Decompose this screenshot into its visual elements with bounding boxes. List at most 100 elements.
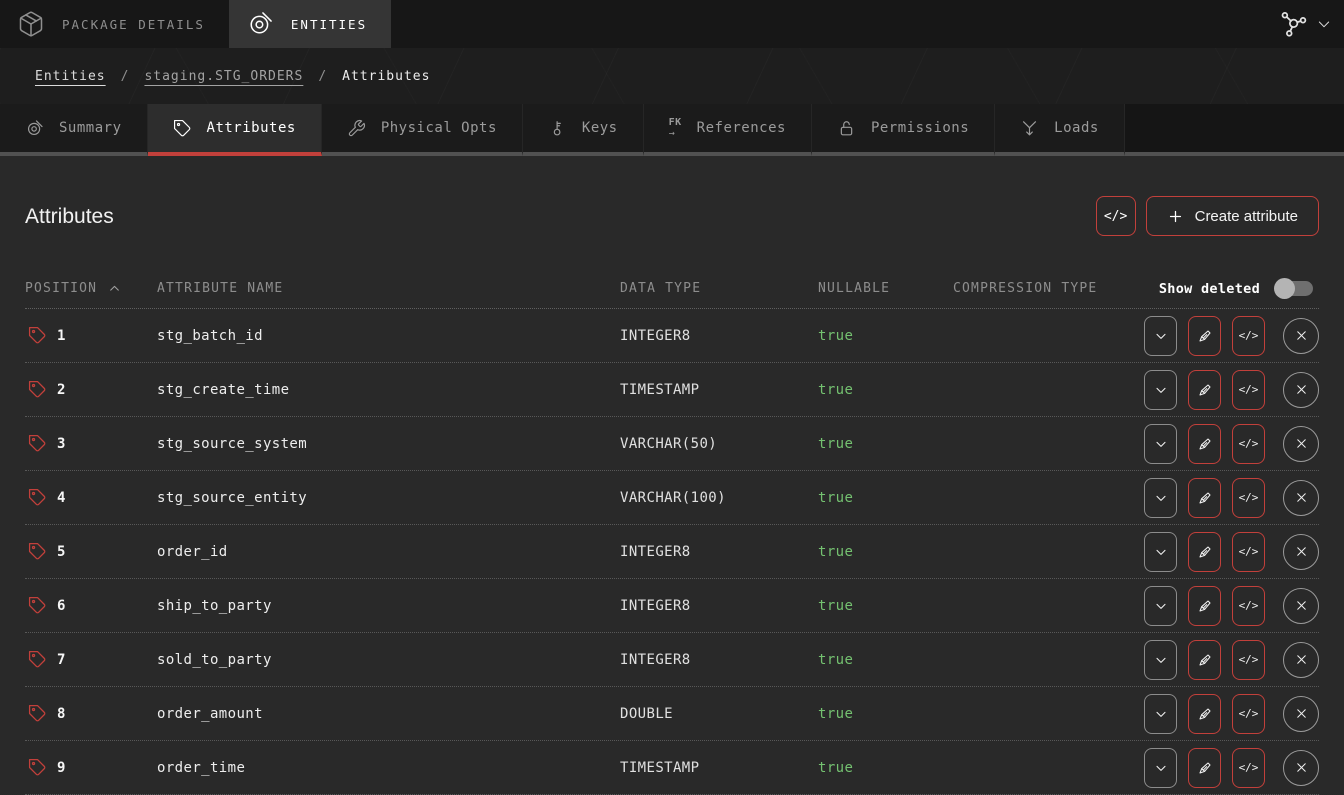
breadcrumb-link-entity[interactable]: staging.STG_ORDERS (144, 69, 303, 84)
pen-icon (1197, 328, 1213, 344)
expand-row-button[interactable] (1144, 478, 1177, 518)
tab-attributes[interactable]: Attributes (148, 104, 322, 156)
topbar-right-controls (1278, 0, 1344, 48)
attribute-code-button[interactable]: </> (1232, 586, 1265, 626)
chevron-down-icon (1153, 490, 1169, 506)
attribute-code-button[interactable]: </> (1232, 748, 1265, 788)
tab-references[interactable]: FK→ References (644, 104, 812, 156)
tab-summary[interactable]: Summary (0, 104, 148, 156)
pen-icon (1197, 652, 1213, 668)
view-code-button[interactable]: </> (1096, 196, 1136, 236)
edit-attribute-button[interactable] (1188, 424, 1221, 464)
attribute-code-button[interactable]: </> (1232, 532, 1265, 572)
delete-attribute-button[interactable] (1283, 750, 1319, 786)
topbar-tab-package-details[interactable]: PACKAGE DETAILS (0, 0, 229, 48)
data-type: INTEGER8 (620, 598, 818, 614)
data-type: INTEGER8 (620, 544, 818, 560)
lock-icon (837, 119, 856, 138)
x-icon (1294, 706, 1309, 721)
topbar-tab-label: ENTITIES (291, 17, 367, 32)
position-value: 3 (57, 436, 66, 452)
delete-attribute-button[interactable] (1283, 588, 1319, 624)
delete-attribute-button[interactable] (1283, 642, 1319, 678)
column-header-attribute-name[interactable]: ATTRIBUTE NAME (157, 281, 620, 296)
pen-icon (1197, 706, 1213, 722)
attribute-code-button[interactable]: </> (1232, 640, 1265, 680)
table-row: 1 stg_batch_id INTEGER8 true (25, 309, 1319, 363)
position-value: 9 (57, 760, 66, 776)
main-content: Attributes </> Create attribute POSITION… (0, 156, 1344, 795)
position-cell: 5 (25, 542, 157, 561)
column-header-position[interactable]: POSITION (25, 281, 157, 296)
row-actions: </> (1144, 586, 1319, 626)
edit-attribute-button[interactable] (1188, 694, 1221, 734)
row-actions: </> (1144, 370, 1319, 410)
network-icon[interactable] (1278, 9, 1308, 39)
edit-attribute-button[interactable] (1188, 586, 1221, 626)
table-row: 5 order_id INTEGER8 true (25, 525, 1319, 579)
column-header-compression-type[interactable]: COMPRESSION TYPE (953, 281, 1159, 296)
expand-row-button[interactable] (1144, 532, 1177, 572)
row-actions: </> (1144, 316, 1319, 356)
attribute-code-button[interactable]: </> (1232, 370, 1265, 410)
table-header: POSITION ATTRIBUTE NAME DATA TYPE NULLAB… (25, 269, 1319, 309)
position-cell: 8 (25, 704, 157, 723)
delete-attribute-button[interactable] (1283, 372, 1319, 408)
attribute-code-button[interactable]: </> (1232, 424, 1265, 464)
delete-attribute-button[interactable] (1283, 426, 1319, 462)
code-icon: </> (1239, 437, 1259, 450)
expand-row-button[interactable] (1144, 640, 1177, 680)
breadcrumb-separator: / (318, 69, 327, 84)
topbar-tab-entities[interactable]: ENTITIES (229, 0, 391, 48)
page-header: Attributes </> Create attribute (25, 156, 1319, 269)
tab-label: Physical Opts (381, 120, 497, 136)
expand-row-button[interactable] (1144, 424, 1177, 464)
x-icon (1294, 328, 1309, 343)
x-icon (1294, 490, 1309, 505)
edit-attribute-button[interactable] (1188, 316, 1221, 356)
attribute-code-button[interactable]: </> (1232, 694, 1265, 734)
pen-icon (1197, 544, 1213, 560)
chevron-down-icon[interactable] (1316, 16, 1332, 32)
position-value: 2 (57, 382, 66, 398)
table-row: 8 order_amount DOUBLE true (25, 687, 1319, 741)
delete-attribute-button[interactable] (1283, 534, 1319, 570)
expand-row-button[interactable] (1144, 694, 1177, 734)
edit-attribute-button[interactable] (1188, 640, 1221, 680)
table-header-controls: Show deleted (1159, 281, 1319, 297)
nullable-value: true (818, 598, 953, 614)
attribute-name: ship_to_party (157, 598, 620, 614)
data-type: DOUBLE (620, 706, 818, 722)
expand-row-button[interactable] (1144, 316, 1177, 356)
delete-attribute-button[interactable] (1283, 318, 1319, 354)
delete-attribute-button[interactable] (1283, 480, 1319, 516)
delete-attribute-button[interactable] (1283, 696, 1319, 732)
column-header-nullable[interactable]: NULLABLE (818, 281, 953, 296)
column-header-data-type[interactable]: DATA TYPE (620, 281, 818, 296)
expand-row-button[interactable] (1144, 370, 1177, 410)
attribute-code-button[interactable]: </> (1232, 478, 1265, 518)
attribute-code-button[interactable]: </> (1232, 316, 1265, 356)
tab-keys[interactable]: Keys (523, 104, 644, 156)
data-type: INTEGER8 (620, 652, 818, 668)
edit-attribute-button[interactable] (1188, 532, 1221, 572)
attribute-name: stg_source_entity (157, 490, 620, 506)
expand-row-button[interactable] (1144, 586, 1177, 626)
pen-icon (1197, 382, 1213, 398)
breadcrumb-link-entities[interactable]: Entities (35, 69, 106, 84)
code-icon: </> (1239, 491, 1259, 504)
tab-label: Keys (582, 120, 618, 136)
nullable-value: true (818, 544, 953, 560)
tab-permissions[interactable]: Permissions (812, 104, 995, 156)
code-icon: </> (1104, 209, 1127, 224)
edit-attribute-button[interactable] (1188, 478, 1221, 518)
tab-physical-opts[interactable]: Physical Opts (322, 104, 523, 156)
create-attribute-button[interactable]: Create attribute (1146, 196, 1319, 236)
show-deleted-toggle[interactable] (1277, 281, 1313, 296)
edit-attribute-button[interactable] (1188, 748, 1221, 788)
expand-row-button[interactable] (1144, 748, 1177, 788)
edit-attribute-button[interactable] (1188, 370, 1221, 410)
tag-icon (28, 326, 47, 345)
tab-loads[interactable]: Loads (995, 104, 1125, 156)
nullable-value: true (818, 706, 953, 722)
